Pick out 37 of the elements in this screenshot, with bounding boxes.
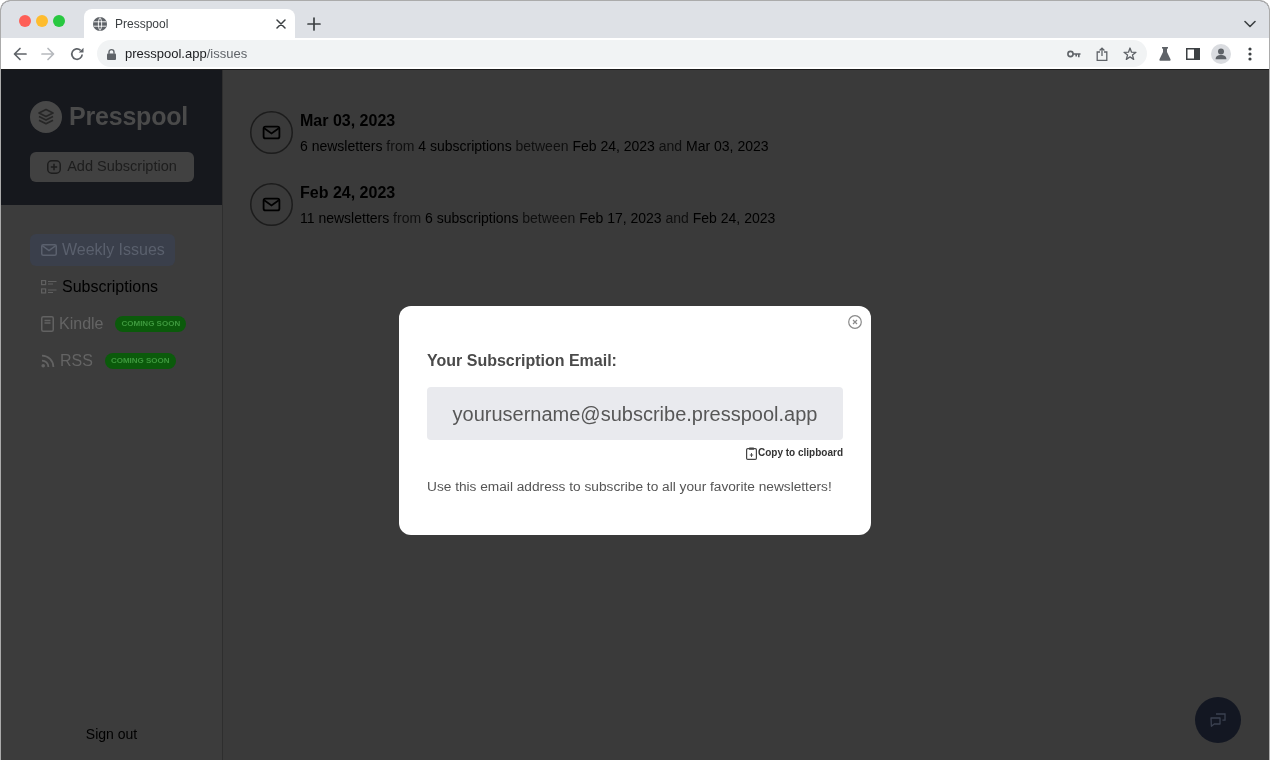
flask-icon[interactable] [1159,46,1171,61]
url-text: presspool.app/issues [125,44,248,63]
dialog-title: Your Subscription Email: [427,351,618,371]
clipboard-icon [746,446,757,460]
coming-soon-badge: COMING SOON [104,353,176,369]
chat-bubbles-icon [1210,713,1226,727]
lock-icon [107,47,116,60]
share-icon[interactable] [1096,46,1108,61]
email-address-field: yourusername@subscribe.presspool.app [427,387,843,440]
reload-icon[interactable] [70,46,84,61]
coming-soon-badge: COMING SOON [115,316,187,332]
tablet-icon [41,316,54,332]
list-icon [41,280,57,294]
envelope-icon [250,183,293,226]
sign-out-link[interactable]: Sign out [85,724,138,745]
key-icon[interactable] [1067,49,1081,58]
address-bar[interactable]: presspool.app/issues [97,40,1147,67]
sidebar-item[interactable]: Subscriptions [30,271,169,303]
logo-icon [30,100,62,133]
browser-tab[interactable]: Presspool [84,9,295,38]
menu-icon[interactable] [1248,46,1252,61]
avatar-icon[interactable] [1211,43,1231,64]
star-icon[interactable] [1123,46,1137,61]
envelope-icon [41,244,57,256]
globe-icon [93,16,107,31]
envelope-icon [250,111,293,154]
chevron-down-icon[interactable] [1244,19,1256,28]
copy-to-clipboard-link[interactable]: Copy to clipboard [746,446,843,460]
issue-date: Feb 24, 2023 [300,183,397,203]
plus-square-icon [47,159,62,174]
issue-date: Mar 03, 2023 [300,111,397,131]
close-icon[interactable] [276,18,286,29]
plus-icon[interactable] [307,16,321,31]
back-arrow-icon[interactable] [13,46,27,61]
side-panel-icon[interactable] [1186,47,1200,60]
rss-icon [41,354,55,368]
dialog-note: Use this email address to subscribe to all your favorite newsletters! [427,478,833,495]
